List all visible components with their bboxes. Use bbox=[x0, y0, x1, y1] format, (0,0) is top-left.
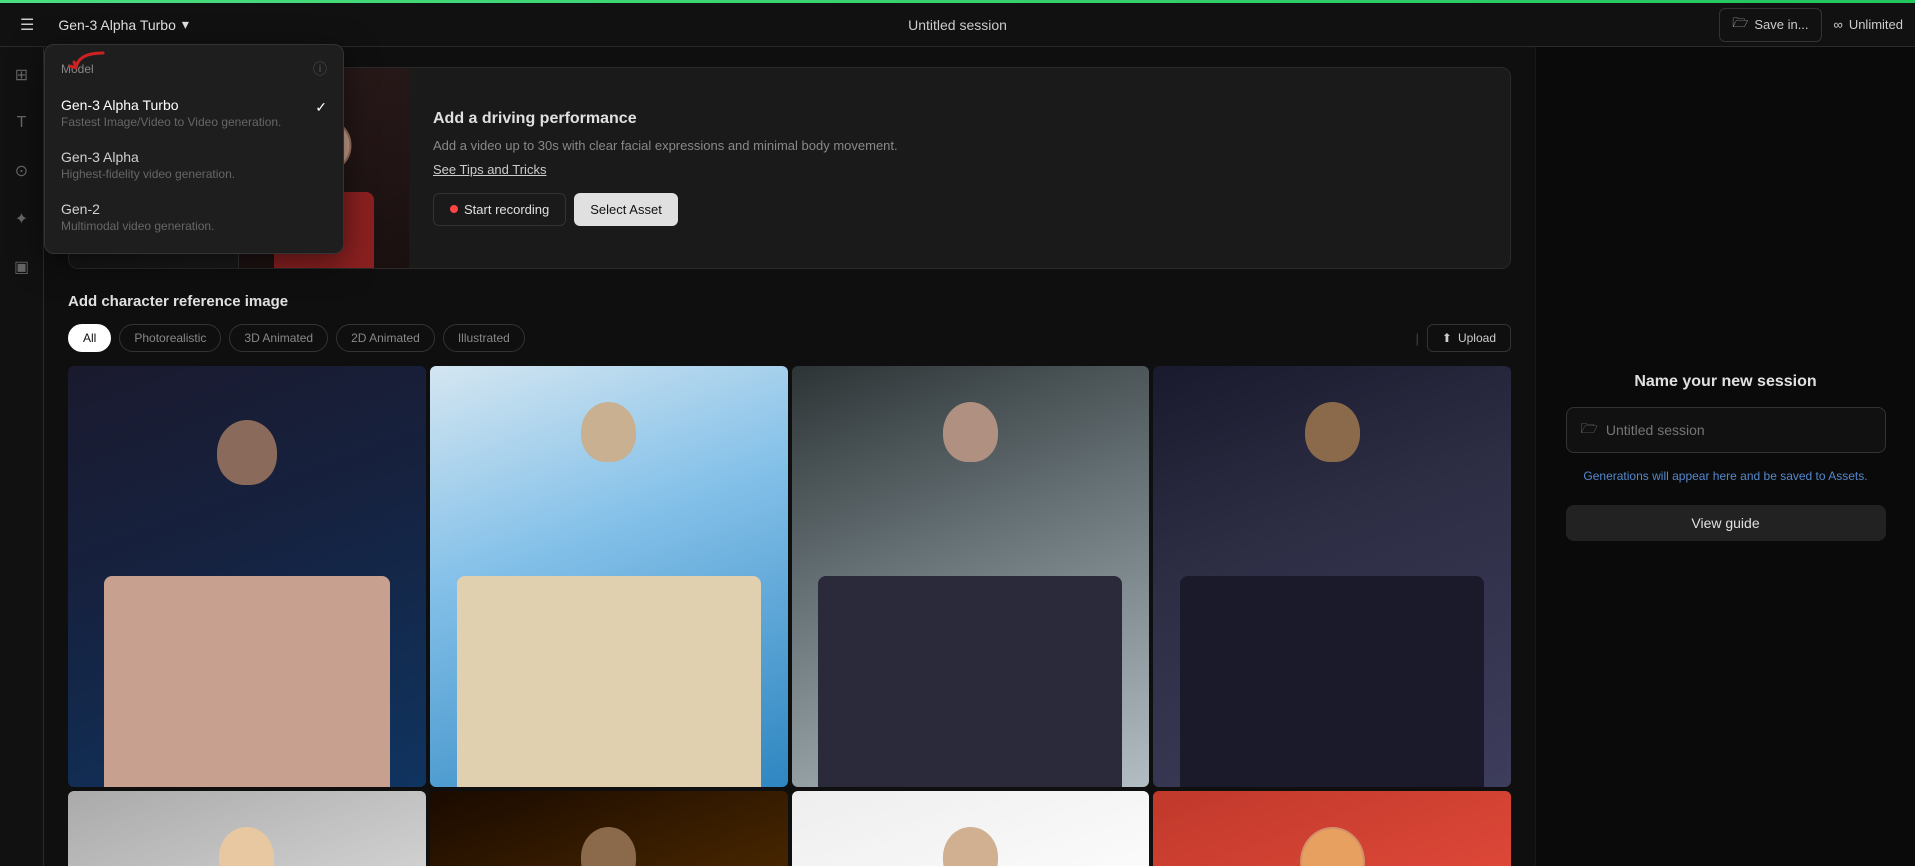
start-recording-button[interactable]: Start recording bbox=[433, 193, 566, 226]
model-name-label: Gen-3 Alpha Turbo bbox=[58, 17, 176, 33]
action-buttons: Start recording Select Asset bbox=[433, 193, 1486, 226]
dropdown-item-content-2: Gen-2 Multimodal video generation. bbox=[61, 201, 214, 233]
filter-tab-all[interactable]: All bbox=[68, 324, 111, 352]
dropdown-item-gen3-alpha-turbo[interactable]: Gen-3 Alpha Turbo Fastest Image/Video to… bbox=[45, 87, 343, 139]
sidebar-item-layers[interactable]: ▣ bbox=[6, 251, 38, 283]
session-title: Untitled session bbox=[908, 17, 1007, 33]
session-name-input[interactable] bbox=[1606, 422, 1871, 438]
save-in-button[interactable]: 🗁 Save in... bbox=[1719, 8, 1821, 42]
dropdown-item-content-1: Gen-3 Alpha Highest-fidelity video gener… bbox=[61, 149, 235, 181]
character-section: Add character reference image All Photor… bbox=[68, 293, 1511, 866]
select-asset-button[interactable]: Select Asset bbox=[574, 193, 678, 226]
character-card-1[interactable] bbox=[68, 366, 426, 787]
driving-description: Add a video up to 30s with clear facial … bbox=[433, 136, 1486, 156]
dropdown-item-name-1: Gen-3 Alpha bbox=[61, 149, 235, 165]
topbar-right: 🗁 Save in... ∞ Unlimited bbox=[1719, 8, 1903, 42]
filter-divider: | bbox=[1416, 331, 1419, 346]
record-dot-icon bbox=[450, 205, 458, 213]
character-card-3[interactable] bbox=[792, 366, 1150, 787]
dropdown-item-gen3-alpha[interactable]: Gen-3 Alpha Highest-fidelity video gener… bbox=[45, 139, 343, 191]
character-grid bbox=[68, 366, 1511, 866]
sidebar-item-camera[interactable]: ⊙ bbox=[6, 155, 38, 187]
upload-label: Upload bbox=[1458, 331, 1496, 345]
sidebar: ⊞ T ⊙ ✦ ▣ bbox=[0, 47, 44, 866]
character-section-title: Add character reference image bbox=[68, 293, 1511, 310]
unlimited-icon: ∞ bbox=[1834, 17, 1843, 32]
dropdown-item-desc-0: Fastest Image/Video to Video generation. bbox=[61, 115, 281, 129]
topbar: ☰ Gen-3 Alpha Turbo ▾ Untitled session 🗁… bbox=[0, 3, 1915, 47]
character-card-5[interactable] bbox=[68, 791, 426, 866]
folder-icon: 🗁 bbox=[1732, 14, 1748, 36]
unlimited-label: Unlimited bbox=[1849, 17, 1903, 32]
character-card-8[interactable] bbox=[1153, 791, 1511, 866]
character-card-4[interactable] bbox=[1153, 366, 1511, 787]
filter-tab-illustrated[interactable]: Illustrated bbox=[443, 324, 525, 352]
dropdown-header-label: Model bbox=[61, 62, 94, 76]
upload-button[interactable]: ⬆ Upload bbox=[1427, 324, 1511, 352]
chevron-down-icon: ▾ bbox=[182, 16, 189, 33]
character-card-6[interactable] bbox=[430, 791, 788, 866]
dropdown-header: Model ⓘ bbox=[45, 55, 343, 87]
unlimited-button[interactable]: ∞ Unlimited bbox=[1834, 17, 1903, 32]
driving-title: Add a driving performance bbox=[433, 110, 1486, 128]
driving-info: Add a driving performance Add a video up… bbox=[409, 68, 1510, 268]
record-label: Start recording bbox=[464, 202, 549, 217]
dropdown-item-gen2[interactable]: Gen-2 Multimodal video generation. bbox=[45, 191, 343, 243]
menu-button[interactable]: ☰ bbox=[12, 11, 42, 39]
dropdown-item-name-0: Gen-3 Alpha Turbo bbox=[61, 97, 281, 113]
tips-link[interactable]: See Tips and Tricks bbox=[433, 162, 1486, 177]
filter-tab-3d-animated[interactable]: 3D Animated bbox=[229, 324, 328, 352]
session-input-wrapper: 🗁 bbox=[1566, 407, 1886, 453]
dropdown-info-icon[interactable]: ⓘ bbox=[313, 59, 327, 79]
session-note: Generations will appear here and be save… bbox=[1566, 467, 1886, 485]
session-form: Name your new session 🗁 Generations will… bbox=[1566, 373, 1886, 541]
character-card-7[interactable] bbox=[792, 791, 1150, 866]
model-dropdown: Model ⓘ Gen-3 Alpha Turbo Fastest Image/… bbox=[44, 44, 344, 254]
sidebar-item-text[interactable]: T bbox=[6, 107, 38, 139]
upload-icon: ⬆ bbox=[1442, 331, 1452, 345]
save-in-label: Save in... bbox=[1754, 17, 1808, 32]
dropdown-item-desc-2: Multimodal video generation. bbox=[61, 219, 214, 233]
filter-tab-2d-animated[interactable]: 2D Animated bbox=[336, 324, 435, 352]
filter-tabs: All Photorealistic 3D Animated 2D Animat… bbox=[68, 324, 1511, 352]
sidebar-item-grid[interactable]: ⊞ bbox=[6, 59, 38, 91]
menu-icon: ☰ bbox=[20, 17, 34, 34]
right-panel: Name your new session 🗁 Generations will… bbox=[1535, 47, 1915, 866]
dropdown-item-content: Gen-3 Alpha Turbo Fastest Image/Video to… bbox=[61, 97, 281, 129]
sidebar-item-shape[interactable]: ✦ bbox=[6, 203, 38, 235]
view-guide-button[interactable]: View guide bbox=[1566, 505, 1886, 541]
dropdown-item-name-2: Gen-2 bbox=[61, 201, 214, 217]
folder-input-icon: 🗁 bbox=[1581, 418, 1598, 442]
session-form-title: Name your new session bbox=[1566, 373, 1886, 391]
checkmark-icon-0: ✓ bbox=[315, 99, 327, 116]
model-selector-button[interactable]: Gen-3 Alpha Turbo ▾ bbox=[50, 12, 197, 37]
filter-tab-photorealistic[interactable]: Photorealistic bbox=[119, 324, 221, 352]
dropdown-item-desc-1: Highest-fidelity video generation. bbox=[61, 167, 235, 181]
character-card-2[interactable] bbox=[430, 366, 788, 787]
